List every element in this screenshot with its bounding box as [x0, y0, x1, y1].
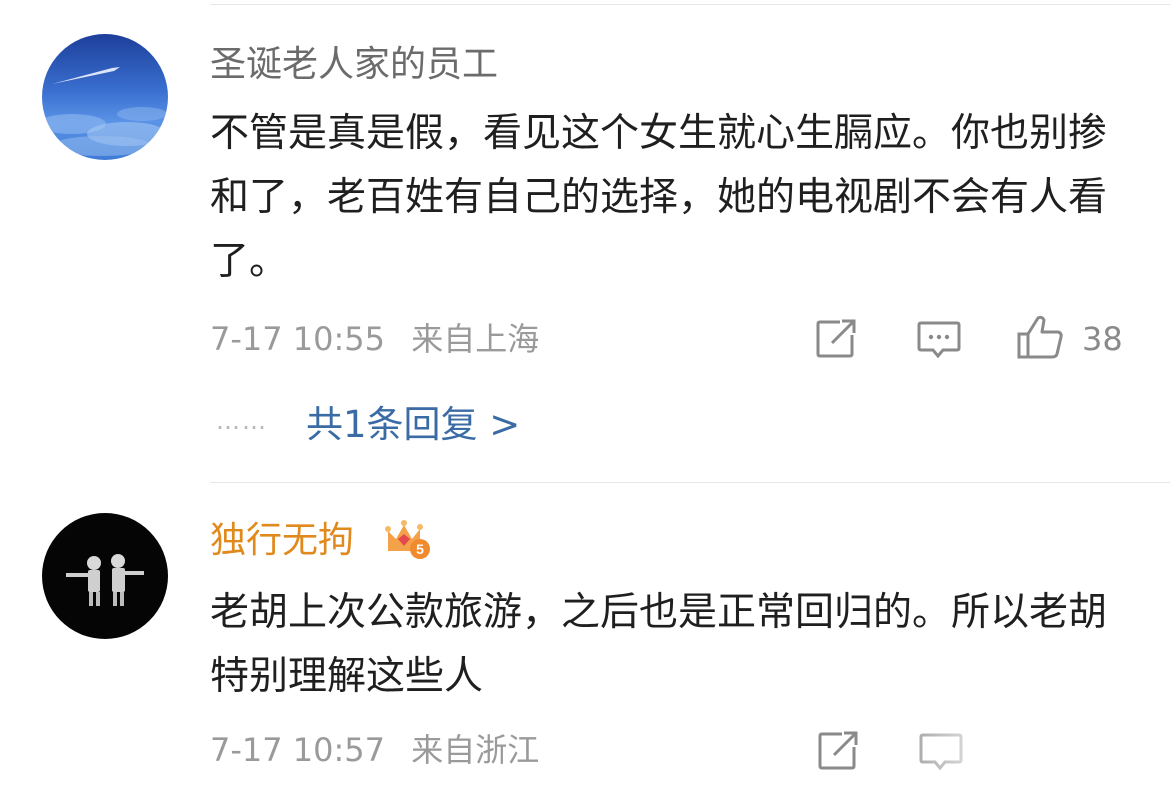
top-divider — [210, 4, 1170, 5]
like-count: 38 — [1082, 320, 1123, 358]
comment-meta: 7-17 10:55 来自上海 — [210, 319, 539, 359]
comment-text: 不管是真是假，看见这个女生就心生膈应。你也别掺和了，老百姓有自己的选择，她的电视… — [210, 111, 1108, 284]
comment-divider — [210, 482, 1170, 483]
comment-location: 来自上海 — [411, 320, 540, 358]
username[interactable]: 独行无拘 — [210, 519, 354, 563]
bottom-fade-overlay — [880, 718, 1170, 798]
comment-location: 来自浙江 — [411, 731, 540, 769]
replies-ellipsis: …… — [216, 407, 268, 435]
crown-badge-icon[interactable]: 5 — [384, 517, 432, 561]
comment-text: 老胡上次公款旅游，之后也是正常回归的。所以老胡特别理解这些人 — [210, 590, 1108, 699]
comment-meta: 7-17 10:57 来自浙江 — [210, 730, 539, 770]
like-icon[interactable] — [1016, 314, 1064, 364]
comment-date: 7-17 10:55 — [210, 320, 386, 358]
share-icon[interactable] — [816, 319, 858, 363]
username[interactable]: 圣诞老人家的员工 — [210, 43, 498, 87]
black-silhouettes-avatar-image — [42, 513, 168, 639]
avatar[interactable] — [42, 34, 168, 160]
comment-icon[interactable] — [917, 320, 961, 364]
vip-level: 5 — [416, 541, 424, 557]
view-replies-link[interactable]: 共1条回复 > — [306, 401, 520, 449]
sky-clouds-avatar-image — [42, 34, 168, 160]
avatar[interactable] — [42, 513, 168, 639]
share-icon[interactable] — [818, 731, 860, 775]
comment-date: 7-17 10:57 — [210, 731, 386, 769]
